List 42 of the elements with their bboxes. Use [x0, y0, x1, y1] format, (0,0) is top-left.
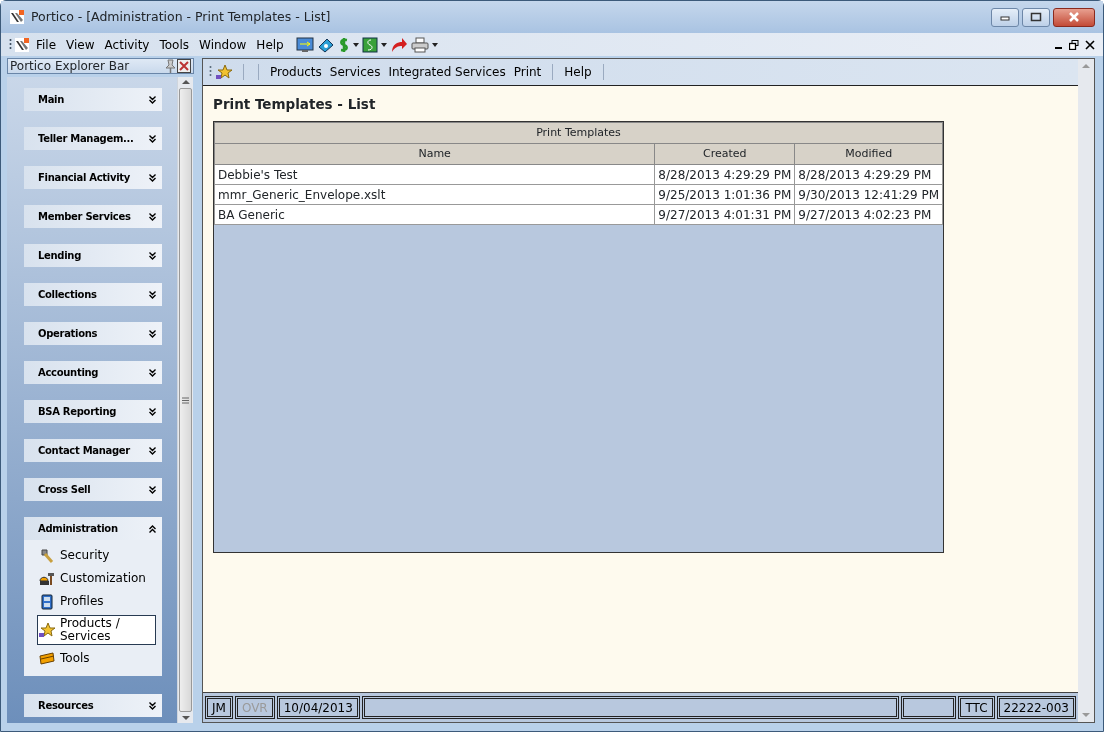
status-field: TTC: [958, 696, 995, 719]
group-header[interactable]: Member Services: [24, 205, 162, 228]
toolbar-menu-item[interactable]: Help: [562, 63, 594, 81]
menu-item[interactable]: Window: [195, 35, 251, 54]
group-header[interactable]: Contact Manager: [24, 439, 162, 462]
group-header[interactable]: Operations: [24, 322, 162, 345]
table-caption: Print Templates: [214, 122, 943, 144]
status-field: JM: [205, 696, 233, 719]
group-header[interactable]: Accounting: [24, 361, 162, 384]
table-cell: mmr_Generic_Envelope.xslt: [214, 184, 655, 205]
group-header[interactable]: Main: [24, 88, 162, 111]
toolbar-menu-item[interactable]: Print: [511, 63, 544, 81]
sidebar-item[interactable]: Security: [37, 546, 156, 566]
group-header[interactable]: Administration: [24, 517, 162, 540]
group-header[interactable]: Lending: [24, 244, 162, 267]
column-header[interactable]: Name: [214, 143, 655, 165]
group-header[interactable]: Teller Managem...: [24, 127, 162, 150]
table-cell: BA Generic: [214, 204, 655, 225]
group-header[interactable]: Resources: [24, 694, 162, 717]
table-cell: Debbie's Test: [214, 164, 655, 185]
sidebar-item[interactable]: Profiles: [37, 592, 156, 612]
group-header[interactable]: Financial Activity: [24, 166, 162, 189]
page-title: Print Templates - List: [213, 95, 377, 114]
menu-item[interactable]: File: [32, 35, 61, 54]
toolbar-menu-item[interactable]: Products: [268, 63, 324, 81]
status-field: OVR: [234, 696, 275, 719]
group-header[interactable]: Collections: [24, 283, 162, 306]
panel-title: Portico Explorer Bar: [10, 58, 131, 75]
window-title: Portico - [Administration - Print Templates - List]: [31, 7, 331, 26]
group-header[interactable]: BSA Reporting: [24, 400, 162, 423]
menu-item[interactable]: Activity: [100, 35, 154, 54]
menu-item[interactable]: Tools: [155, 35, 194, 54]
group-header[interactable]: Cross Sell: [24, 478, 162, 501]
sidebar-item[interactable]: Tools: [37, 648, 156, 669]
toolbar-menu-item[interactable]: Integrated Services: [386, 63, 508, 81]
sidebar-item[interactable]: Products / Services: [37, 615, 156, 646]
menu-item[interactable]: View: [62, 35, 99, 54]
sidebar-item[interactable]: Customization: [37, 569, 156, 589]
status-field: 22222-003: [996, 696, 1076, 719]
status-field: 10/04/2013: [276, 696, 360, 719]
menu-item[interactable]: Help: [252, 35, 288, 54]
toolbar-menu-item[interactable]: Services: [327, 63, 383, 81]
